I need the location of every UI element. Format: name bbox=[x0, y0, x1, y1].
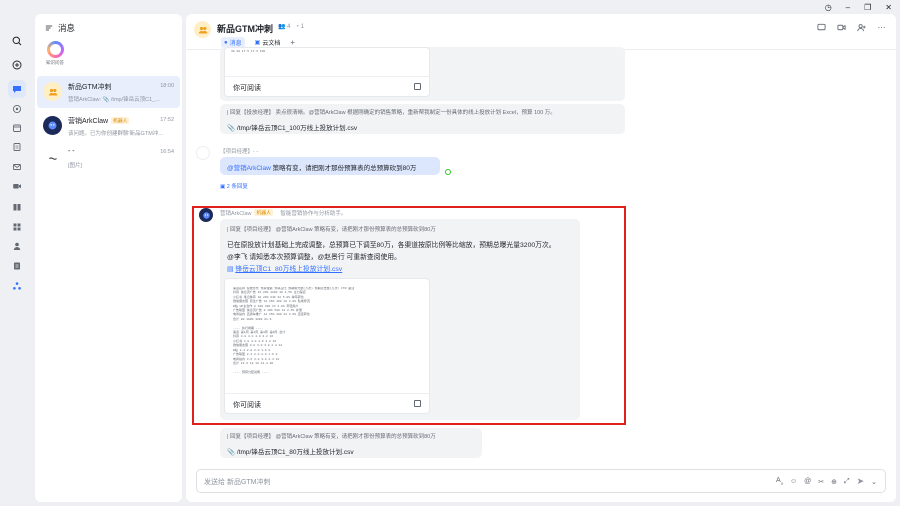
input-toolbar: Aa ☺ @ ✂ ⊕ ⤢ ➤ ⌄ bbox=[776, 476, 877, 487]
chat-icon[interactable] bbox=[8, 80, 26, 98]
read-status-icon bbox=[445, 169, 451, 175]
add-icon[interactable] bbox=[8, 56, 26, 74]
chat-search-icon[interactable] bbox=[817, 23, 826, 32]
org-icon[interactable] bbox=[8, 277, 26, 295]
plus-icon[interactable]: ⊕ bbox=[831, 478, 837, 486]
mention-icon[interactable]: @ bbox=[804, 478, 811, 485]
emoji-icon[interactable]: ☺ bbox=[790, 478, 797, 485]
search-icon[interactable] bbox=[8, 32, 26, 50]
group-avatar-icon bbox=[43, 82, 62, 101]
conversation-preview: 该问题。已为你创建群聊'新品GTM冲... bbox=[68, 131, 163, 137]
window-controls: ◷ – ❐ ✕ bbox=[825, 3, 892, 12]
send-icon[interactable]: ➤ bbox=[857, 476, 865, 487]
format-icon[interactable]: Aa bbox=[776, 477, 783, 485]
history-icon[interactable]: ◷ bbox=[825, 3, 832, 12]
calendar-icon[interactable] bbox=[8, 119, 26, 137]
highlight-box bbox=[192, 206, 626, 425]
chat-panel: 新品GTM冲刺 👥 4 ◔ 1 ● 消息 ▣ 云文档 + ⋯ 30 30 17.5 … bbox=[186, 14, 896, 502]
mail-icon[interactable] bbox=[8, 158, 26, 176]
sheet-preview: 30 30 17.5 17.5 100 bbox=[231, 50, 266, 53]
copy-icon[interactable] bbox=[414, 83, 421, 90]
reply-quote: | 回复【投放经理】 卖点很清晰。@营销ArkClaw 根据刚确定的销售策略，重… bbox=[227, 110, 556, 116]
conversation-item[interactable]: 营销ArkClaw 机器人 17:52 该问题。已为你创建群聊'新品GTM冲... bbox=[37, 110, 180, 142]
minimize-icon[interactable]: – bbox=[846, 3, 850, 12]
book-icon[interactable] bbox=[8, 198, 26, 216]
conversation-time: 16:54 bbox=[160, 149, 174, 155]
card-footer: 你可阅读 bbox=[225, 76, 429, 96]
conversation-title: 营销ArkClaw 机器人 bbox=[68, 117, 130, 125]
add-member-icon[interactable] bbox=[857, 23, 866, 32]
apps-icon[interactable] bbox=[8, 218, 26, 236]
reply-count[interactable]: ▣ 2 条回复 bbox=[220, 182, 248, 190]
members-count[interactable]: 👥 4 bbox=[278, 23, 290, 30]
agent-ring-icon bbox=[46, 41, 64, 58]
message-text: @营销ArkClaw 策略有变，请把刚才那份预算表的总预算砍到80万 bbox=[227, 165, 417, 172]
bot-avatar-icon bbox=[43, 116, 62, 135]
extra-count[interactable]: ◔ 1 bbox=[295, 24, 304, 30]
group-avatar-icon bbox=[194, 21, 211, 38]
message-bubble: @营销ArkClaw 策略有变，请把刚才那份预算表的总预算砍到80万 bbox=[220, 157, 440, 175]
chat-title[interactable]: 新品GTM冲刺 bbox=[217, 22, 273, 35]
video-icon[interactable] bbox=[8, 177, 26, 195]
conversation-time: 18:00 bbox=[160, 83, 174, 89]
conversation-title: - - bbox=[68, 148, 75, 155]
conversation-item[interactable]: - - 16:54 [图片] bbox=[37, 142, 180, 174]
list-header: 消息 bbox=[45, 22, 75, 34]
reply-quote: | 回复【项目经理】 @营销ArkClaw 策略有变，请把刚才那份预算表的总预算… bbox=[227, 434, 436, 440]
user-avatar-icon bbox=[196, 146, 210, 160]
chevron-down-icon[interactable]: ⌄ bbox=[871, 478, 877, 486]
attachment-path[interactable]: 📎 /tmp/锋岳云顶C1_100万线上投放计划.csv bbox=[227, 122, 618, 132]
chat-meta: 👥 4 ◔ 1 bbox=[278, 23, 304, 31]
docs-icon[interactable] bbox=[8, 257, 26, 275]
bot-tag: 机器人 bbox=[111, 117, 130, 124]
message-bubble: | 回复【投放经理】 卖点很清晰。@营销ArkClaw 根据刚确定的销售策略，重… bbox=[220, 104, 625, 134]
message-input[interactable]: 发送给 新品GTM冲刺 Aa ☺ @ ✂ ⊕ ⤢ ➤ ⌄ bbox=[196, 469, 886, 493]
message-bubble: | 回复【项目经理】 @营销ArkClaw 策略有变，请把刚才那份预算表的总预算… bbox=[220, 428, 482, 458]
video-call-icon[interactable] bbox=[837, 23, 846, 32]
user-avatar-icon bbox=[43, 148, 62, 167]
conversation-item[interactable]: 新品GTM冲刺 18:00 营销ArkClaw: 📎 /tmp/锋岳云顶C1_.… bbox=[37, 76, 180, 108]
list-title: 消息 bbox=[58, 23, 76, 33]
expand-icon[interactable]: ⤢ bbox=[844, 478, 850, 486]
file-preview-card[interactable]: 30 30 17.5 17.5 100 你可阅读 bbox=[224, 47, 430, 97]
add-tab-button[interactable]: + bbox=[290, 39, 295, 47]
chat-header: 新品GTM冲刺 👥 4 ◔ 1 ● 消息 ▣ 云文档 + ⋯ bbox=[186, 14, 896, 50]
message-sender: 【项目经理】- - bbox=[220, 149, 259, 155]
doc-icon[interactable] bbox=[8, 138, 26, 156]
doc-icon: ▣ bbox=[254, 40, 261, 46]
input-placeholder: 发送给 新品GTM冲刺 bbox=[204, 479, 271, 486]
agent-label: 知识问答 bbox=[46, 60, 64, 65]
screenshot-icon[interactable]: ✂ bbox=[818, 478, 824, 486]
conversation-list: 消息 知识问答 新品GTM冲刺 18:00 营销ArkClaw: 📎 /tmp/… bbox=[35, 14, 182, 502]
restore-icon[interactable]: ❐ bbox=[864, 3, 871, 12]
header-tools: ⋯ bbox=[817, 23, 886, 32]
conversation-title: 新品GTM冲刺 bbox=[68, 84, 112, 91]
conversation-time: 17:52 bbox=[160, 117, 174, 123]
more-icon[interactable]: ⋯ bbox=[877, 23, 886, 32]
chat-icon: ● bbox=[224, 39, 228, 46]
conversation-preview: 营销ArkClaw: 📎 /tmp/锋岳云顶C1_... bbox=[68, 97, 160, 103]
close-icon[interactable]: ✕ bbox=[885, 3, 892, 12]
agent-shortcut[interactable]: 知识问答 bbox=[42, 41, 68, 66]
attachment-path[interactable]: 📎 /tmp/锋岳云顶C1_80万线上投放计划.csv bbox=[227, 446, 475, 456]
message-bubble: 30 30 17.5 17.5 100 你可阅读 bbox=[220, 47, 625, 101]
contacts-icon[interactable] bbox=[8, 237, 26, 255]
filter-icon[interactable] bbox=[45, 24, 53, 32]
radar-icon[interactable] bbox=[8, 100, 26, 118]
conversation-preview: [图片] bbox=[68, 163, 83, 169]
left-rail bbox=[0, 0, 34, 506]
